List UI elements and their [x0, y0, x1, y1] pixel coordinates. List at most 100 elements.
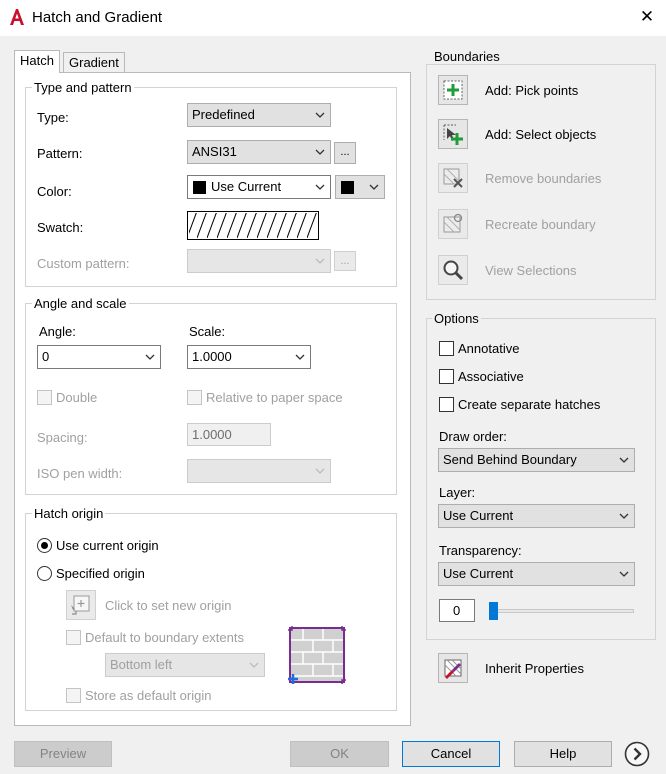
autocad-app-icon: [10, 9, 24, 25]
tab-gradient-label: Gradient: [69, 55, 119, 70]
spacing-value: 1.0000: [192, 427, 232, 442]
pattern-label: Pattern:: [37, 146, 83, 161]
click-to-set-origin-label: Click to set new origin: [105, 598, 232, 613]
origin-position-dropdown: Bottom left: [105, 653, 265, 677]
scale-label: Scale:: [189, 324, 226, 339]
transparency-dropdown[interactable]: Use Current: [438, 562, 635, 586]
separate-hatches-checkbox[interactable]: [439, 397, 454, 412]
angle-value: 0: [42, 349, 50, 364]
inherit-properties-button[interactable]: [438, 653, 468, 683]
chevron-down-icon: [619, 513, 629, 519]
type-dropdown[interactable]: Predefined: [187, 103, 331, 127]
transparency-value: Use Current: [443, 566, 514, 581]
angle-label: Angle:: [39, 324, 76, 339]
add-select-objects-label[interactable]: Add: Select objects: [485, 127, 596, 143]
transparency-amount-value: 0: [453, 603, 461, 618]
recreate-boundary-label: Recreate boundary: [485, 217, 596, 232]
recreate-boundary-icon: [443, 213, 463, 233]
type-value: Predefined: [192, 107, 255, 122]
transparency-label: Transparency:: [439, 543, 522, 558]
spacing-label: Spacing:: [37, 430, 88, 445]
set-origin-button: [66, 590, 96, 620]
ok-button: OK: [290, 741, 389, 767]
inherit-properties-icon: [444, 659, 462, 679]
custom-pattern-browse-label: ...: [340, 255, 350, 267]
chevron-down-icon: [315, 112, 325, 118]
double-label: Double: [56, 390, 98, 405]
view-selections-label: View Selections: [485, 263, 577, 278]
custom-pattern-browse-button: ...: [334, 251, 356, 271]
remove-boundaries-icon: [443, 168, 463, 188]
iso-pen-width-label: ISO pen width:: [37, 466, 123, 481]
add-pick-points-button[interactable]: [438, 75, 468, 105]
annotative-label: Annotative: [458, 341, 520, 356]
scale-dropdown[interactable]: 1.0000: [187, 345, 311, 369]
expand-chevron-icon[interactable]: [623, 740, 651, 768]
chevron-down-icon: [619, 457, 629, 463]
chevron-down-icon: [145, 354, 155, 360]
color-value: Use Current: [211, 179, 282, 194]
transparency-slider-thumb[interactable]: [489, 602, 498, 620]
help-button[interactable]: Help: [514, 741, 612, 767]
iso-pen-width-dropdown: [187, 459, 331, 483]
hatch-origin-title: Hatch origin: [32, 506, 106, 521]
remove-boundaries-label: Remove boundaries: [485, 171, 602, 186]
cancel-button[interactable]: Cancel: [402, 741, 500, 767]
default-boundary-extents-checkbox: [66, 630, 81, 645]
color-label: Color:: [37, 184, 72, 199]
tab-hatch[interactable]: Hatch: [14, 50, 60, 73]
double-checkbox: [37, 390, 52, 405]
chevron-down-icon: [315, 149, 325, 155]
separate-hatches-label: Create separate hatches: [458, 397, 601, 412]
chevron-down-icon: [315, 184, 325, 190]
hatch-swatch[interactable]: [187, 211, 319, 240]
transparency-slider-track[interactable]: [490, 609, 634, 613]
angle-and-scale-title: Angle and scale: [32, 296, 129, 311]
tab-gradient[interactable]: Gradient: [63, 52, 125, 72]
tab-hatch-label: Hatch: [20, 53, 54, 68]
draw-order-dropdown[interactable]: Send Behind Boundary: [438, 448, 635, 472]
preview-label: Preview: [39, 746, 87, 761]
preview-button: Preview: [14, 741, 112, 767]
select-objects-icon: [443, 124, 463, 145]
draw-order-label: Draw order:: [439, 429, 507, 444]
specified-origin-label: Specified origin: [56, 566, 145, 581]
store-default-origin-checkbox: [66, 688, 81, 703]
options-group: [426, 318, 656, 640]
radio-selected-dot: [41, 542, 48, 549]
color-dropdown[interactable]: Use Current: [187, 175, 331, 199]
draw-order-value: Send Behind Boundary: [443, 452, 577, 467]
inherit-properties-label[interactable]: Inherit Properties: [485, 661, 584, 677]
origin-preview-icon: [288, 626, 346, 684]
relative-to-paper-label: Relative to paper space: [206, 390, 343, 405]
chevron-down-icon: [315, 258, 325, 264]
set-origin-icon: [71, 595, 90, 615]
color-chip: [193, 181, 206, 194]
chevron-down-icon: [315, 468, 325, 474]
transparency-amount-input[interactable]: 0: [439, 599, 475, 622]
close-icon[interactable]: ✕: [636, 6, 658, 28]
use-current-origin-radio[interactable]: [37, 538, 52, 553]
add-select-objects-button[interactable]: [438, 119, 468, 149]
specified-origin-radio[interactable]: [37, 566, 52, 581]
chevron-down-icon: [249, 662, 259, 668]
angle-dropdown[interactable]: 0: [37, 345, 161, 369]
window-title: Hatch and Gradient: [32, 9, 163, 26]
options-title: Options: [432, 311, 481, 326]
swatch-label: Swatch:: [37, 220, 84, 235]
pattern-browse-button[interactable]: ...: [334, 142, 356, 164]
scale-value: 1.0000: [192, 349, 232, 364]
add-pick-points-label[interactable]: Add: Pick points: [485, 83, 578, 99]
default-boundary-extents-label: Default to boundary extents: [85, 630, 244, 645]
chevron-down-icon: [295, 354, 305, 360]
layer-value: Use Current: [443, 508, 514, 523]
associative-checkbox[interactable]: [439, 369, 454, 384]
chevron-down-icon: [619, 571, 629, 577]
annotative-checkbox[interactable]: [439, 341, 454, 356]
pick-points-icon: [443, 80, 463, 100]
background-color-dropdown[interactable]: [335, 175, 385, 199]
layer-dropdown[interactable]: Use Current: [438, 504, 635, 528]
origin-position-value: Bottom left: [110, 657, 173, 672]
pattern-dropdown[interactable]: ANSI31: [187, 140, 331, 164]
pattern-browse-label: ...: [340, 146, 350, 158]
